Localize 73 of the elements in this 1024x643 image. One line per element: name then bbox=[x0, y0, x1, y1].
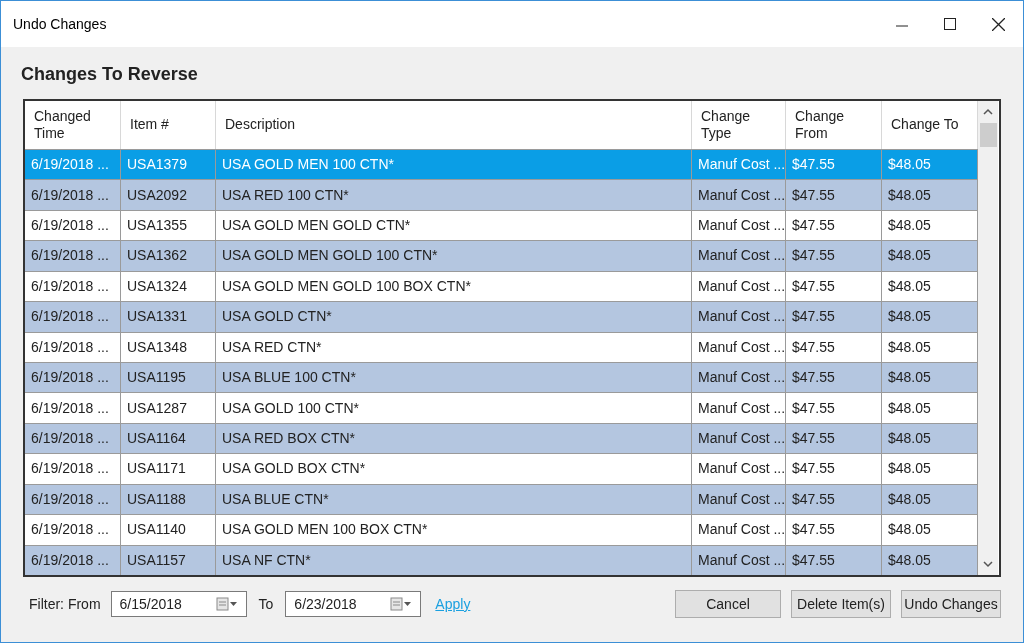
from-cell: $47.55 bbox=[786, 393, 882, 423]
table-row[interactable]: 6/19/2018 ... USA1188 USA BLUE CTN* Manuf Cost ... $47.55 $48.05 bbox=[25, 483, 978, 515]
time-cell: 6/19/2018 ... bbox=[25, 302, 121, 332]
from-cell: $47.55 bbox=[786, 180, 882, 210]
type-cell: Manuf Cost ... bbox=[692, 180, 786, 210]
scrollbar[interactable] bbox=[978, 101, 998, 575]
column-header[interactable]: Change From bbox=[786, 101, 882, 149]
dialog-button[interactable]: Undo Changes bbox=[901, 590, 1001, 618]
calendar-dropdown-icon[interactable] bbox=[215, 597, 238, 611]
type-cell: Manuf Cost ... bbox=[692, 332, 786, 362]
item-cell: USA1287 bbox=[121, 393, 216, 423]
time-cell: 6/19/2018 ... bbox=[25, 515, 121, 545]
description-cell: USA RED CTN* bbox=[216, 332, 692, 362]
section-heading: Changes To Reverse bbox=[21, 64, 198, 84]
column-header[interactable]: Changed Time bbox=[25, 101, 121, 149]
description-cell: USA GOLD CTN* bbox=[216, 302, 692, 332]
item-cell: USA1171 bbox=[121, 454, 216, 484]
maximize-icon[interactable] bbox=[944, 18, 956, 30]
dialog-button[interactable]: Delete Item(s) bbox=[791, 590, 891, 618]
from-cell: $47.55 bbox=[786, 241, 882, 271]
time-cell: 6/19/2018 ... bbox=[25, 545, 121, 575]
from-cell: $47.55 bbox=[786, 332, 882, 362]
description-cell: USA GOLD BOX CTN* bbox=[216, 454, 692, 484]
table-row[interactable]: 6/19/2018 ... USA1157 USA NF CTN* Manuf Cost ... $47.55 $48.05 bbox=[25, 544, 978, 575]
dialog-button[interactable]: Cancel bbox=[675, 590, 781, 618]
item-cell: USA1331 bbox=[121, 302, 216, 332]
type-cell: Manuf Cost ... bbox=[692, 454, 786, 484]
item-cell: USA1157 bbox=[121, 545, 216, 575]
type-cell: Manuf Cost ... bbox=[692, 515, 786, 545]
time-cell: 6/19/2018 ... bbox=[25, 393, 121, 423]
table-row[interactable]: 6/19/2018 ... USA1140 USA GOLD MEN 100 BOX CTN* Manuf Cost ... $47.55 $48.05 bbox=[25, 514, 978, 545]
description-cell: USA RED 100 CTN* bbox=[216, 180, 692, 210]
type-cell: Manuf Cost ... bbox=[692, 393, 786, 423]
type-cell: Manuf Cost ... bbox=[692, 545, 786, 575]
date-field[interactable]: 6/23/2018 bbox=[285, 591, 422, 617]
table-row[interactable]: 6/19/2018 ... USA1331 USA GOLD CTN* Manuf Cost ... $47.55 $48.05 bbox=[25, 301, 978, 332]
description-cell: USA NF CTN* bbox=[216, 545, 692, 575]
window-title: Undo Changes bbox=[13, 14, 107, 34]
item-cell: USA1348 bbox=[121, 332, 216, 362]
description-cell: USA GOLD MEN 100 BOX CTN* bbox=[216, 515, 692, 545]
date-field[interactable]: 6/15/2018 bbox=[110, 591, 247, 617]
from-cell: $47.55 bbox=[786, 545, 882, 575]
type-cell: Manuf Cost ... bbox=[692, 241, 786, 271]
item-cell: USA1140 bbox=[121, 515, 216, 545]
from-cell: $47.55 bbox=[786, 302, 882, 332]
from-cell: $47.55 bbox=[786, 454, 882, 484]
description-cell: USA GOLD MEN GOLD 100 CTN* bbox=[216, 241, 692, 271]
table-row[interactable]: 6/19/2018 ... USA1362 USA GOLD MEN GOLD 100 CTN* Manuf Cost ... $47.55 $48.05 bbox=[25, 240, 978, 271]
calendar-dropdown-icon[interactable] bbox=[390, 597, 413, 611]
time-cell: 6/19/2018 ... bbox=[25, 180, 121, 210]
table-row[interactable]: 6/19/2018 ... USA1348 USA RED CTN* Manuf Cost ... $47.55 $48.05 bbox=[25, 331, 978, 362]
type-cell: Manuf Cost ... bbox=[692, 302, 786, 332]
item-cell: USA2092 bbox=[121, 180, 216, 210]
column-header[interactable]: Item # bbox=[121, 101, 216, 149]
item-cell: USA1362 bbox=[121, 241, 216, 271]
from-cell: $47.55 bbox=[786, 515, 882, 545]
column-header[interactable]: Change Type bbox=[692, 101, 786, 149]
filter-to-label: To bbox=[258, 594, 274, 614]
time-cell: 6/19/2018 ... bbox=[25, 332, 121, 362]
filter-from-label: Filter: From bbox=[29, 594, 101, 614]
table-row[interactable]: 6/19/2018 ... USA1287 USA GOLD 100 CTN* Manuf Cost ... $47.55 $48.05 bbox=[25, 392, 978, 423]
time-cell: 6/19/2018 ... bbox=[25, 454, 121, 484]
column-header[interactable]: Description bbox=[216, 101, 692, 149]
table-row[interactable]: 6/19/2018 ... USA1171 USA GOLD BOX CTN* Manuf Cost ... $47.55 $48.05 bbox=[25, 453, 978, 484]
close-icon[interactable] bbox=[992, 17, 1005, 31]
table-row[interactable]: 6/19/2018 ... USA1164 USA RED BOX CTN* Manuf Cost ... $47.55 $48.05 bbox=[25, 422, 978, 454]
time-cell: 6/19/2018 ... bbox=[25, 241, 121, 271]
table-row[interactable]: 6/19/2018 ... USA1324 USA GOLD MEN GOLD 100 BOX CTN* Manuf Cost ... $47.55 $48.05 bbox=[25, 270, 978, 302]
table-row[interactable]: 6/19/2018 ... USA2092 USA RED 100 CTN* Manuf Cost ... $47.55 $48.05 bbox=[25, 179, 978, 210]
description-cell: USA GOLD 100 CTN* bbox=[216, 393, 692, 423]
table-row[interactable]: 6/19/2018 ... USA1195 USA BLUE 100 CTN* Manuf Cost ... $47.55 $48.05 bbox=[25, 361, 978, 393]
table-row[interactable]: 6/19/2018 ... USA1355 USA GOLD MEN GOLD CTN* Manuf Cost ... $47.55 $48.05 bbox=[25, 209, 978, 241]
scroll-thumb[interactable] bbox=[979, 123, 997, 147]
